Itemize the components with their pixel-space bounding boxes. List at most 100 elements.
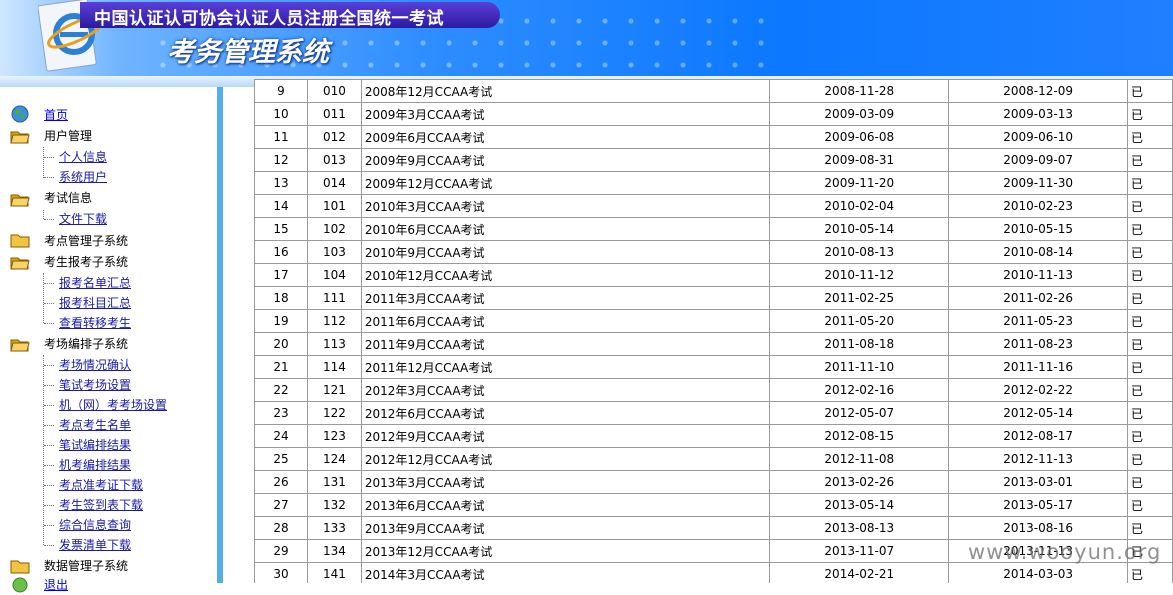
row-number-cell: 19 [254,309,308,333]
menu-admission-download[interactable]: 考点准考证下载 [59,475,143,495]
menu-room-confirm[interactable]: 考场情况确认 [59,355,131,375]
start-date-cell: 2012-11-08 [769,447,950,471]
folder-open-icon [10,339,30,352]
status-cell: 已 [1127,516,1173,540]
table-row[interactable]: 17 104 2010年12月CCAA考试 2010-11-12 2010-11-13 已 [254,263,1173,287]
tree-tick [44,385,54,386]
row-number-cell: 18 [254,286,308,310]
menu-signin-download[interactable]: 考生签到表下载 [59,495,143,515]
table-row[interactable]: 21 114 2011年12月CCAA考试 2011-11-10 2011-11-16 已 [254,355,1173,379]
status-cell: 已 [1127,470,1173,494]
end-date-cell: 2011-05-23 [948,309,1129,333]
row-number-cell: 21 [254,355,308,379]
folder-open-icon [10,257,30,270]
exam-name-cell: 2010年9月CCAA考试 [360,240,771,264]
menu-room-subsystem[interactable]: 考场编排子系统 [44,334,128,354]
start-date-cell: 2010-11-12 [769,263,950,287]
table-row[interactable]: 28 133 2013年9月CCAA考试 2013-08-13 2013-08-16 已 [254,516,1173,540]
tree-tick [44,445,54,446]
menu-user-mgmt[interactable]: 用户管理 [44,126,92,146]
table-row[interactable]: 15 102 2010年6月CCAA考试 2010-05-14 2010-05-15 已 [254,217,1173,241]
menu-system-user[interactable]: 系统用户 [59,167,107,187]
exam-name-cell: 2012年12月CCAA考试 [360,447,771,471]
exam-name-cell: 2011年9月CCAA考试 [360,332,771,356]
tree-tick [44,505,54,506]
exam-code-cell: 133 [306,516,362,540]
menu-personal-info[interactable]: 个人信息 [59,147,107,167]
exam-code-cell: 122 [306,401,362,425]
row-number-cell: 10 [254,102,308,126]
exam-table: 9 010 2008年12月CCAA考试 2008-11-28 2008-12-09 已 1… [254,79,1173,583]
tree-line [43,210,45,219]
end-date-cell: 2009-03-13 [948,102,1129,126]
menu-written-room-setup[interactable]: 笔试考场设置 [59,375,131,395]
exam-code-cell: 111 [306,286,362,310]
start-date-cell: 2009-06-08 [769,125,950,149]
status-cell: 已 [1127,355,1173,379]
table-row[interactable]: 23 122 2012年6月CCAA考试 2012-05-07 2012-05-14 已 [254,401,1173,425]
table-row[interactable]: 30 141 2014年3月CCAA考试 2014-02-21 2014-03-03 已 [254,562,1173,583]
table-row[interactable]: 27 132 2013年6月CCAA考试 2013-05-14 2013-05-17 已 [254,493,1173,517]
exam-table-container[interactable]: 9 010 2008年12月CCAA考试 2008-11-28 2008-12-09 已 1… [254,79,1173,583]
status-cell: 已 [1127,171,1173,195]
table-row[interactable]: 10 011 2009年3月CCAA考试 2009-03-09 2009-03-13 已 [254,102,1173,126]
folder-open-icon [10,131,30,144]
menu-machine-result[interactable]: 机考编排结果 [59,455,131,475]
menu-invoice-download[interactable]: 发票清单下载 [59,535,131,555]
menu-info-query[interactable]: 综合信息查询 [59,515,131,535]
menu-data-subsystem[interactable]: 数据管理子系统 [44,556,128,576]
exam-name-cell: 2014年3月CCAA考试 [360,562,771,583]
table-row[interactable]: 25 124 2012年12月CCAA考试 2012-11-08 2012-11-13 已 [254,447,1173,471]
end-date-cell: 2014-03-03 [948,562,1129,583]
menu-signup-subjects[interactable]: 报考科目汇总 [59,293,131,313]
start-date-cell: 2012-02-16 [769,378,950,402]
end-date-cell: 2010-08-14 [948,240,1129,264]
exam-name-cell: 2011年12月CCAA考试 [360,355,771,379]
sidebar-divider[interactable] [217,87,223,583]
exam-code-cell: 114 [306,355,362,379]
end-date-cell: 2009-09-07 [948,148,1129,172]
table-row[interactable]: 18 111 2011年3月CCAA考试 2011-02-25 2011-02-26 已 [254,286,1173,310]
status-cell: 已 [1127,562,1173,583]
menu-written-result[interactable]: 笔试编排结果 [59,435,131,455]
menu-file-download[interactable]: 文件下载 [59,209,107,229]
menu-signup-subsystem[interactable]: 考生报考子系统 [44,252,128,272]
status-cell: 已 [1127,378,1173,402]
table-row[interactable]: 20 113 2011年9月CCAA考试 2011-08-18 2011-08-23 已 [254,332,1173,356]
menu-exam-info[interactable]: 考试信息 [44,188,92,208]
table-row[interactable]: 12 013 2009年9月CCAA考试 2009-08-31 2009-09-07 已 [254,148,1173,172]
menu-site-subsystem[interactable]: 考点管理子系统 [44,231,128,251]
table-row[interactable]: 22 121 2012年3月CCAA考试 2012-02-16 2012-02-22 已 [254,378,1173,402]
start-date-cell: 2012-05-07 [769,401,950,425]
exam-code-cell: 134 [306,539,362,563]
menu-site-candidates[interactable]: 考点考生名单 [59,415,131,435]
table-row[interactable]: 16 103 2010年9月CCAA考试 2010-08-13 2010-08-14 已 [254,240,1173,264]
row-number-cell: 22 [254,378,308,402]
menu-machine-room-setup[interactable]: 机（网）考考场设置 [59,395,167,415]
table-row[interactable]: 26 131 2013年3月CCAA考试 2013-02-26 2013-03-01 已 [254,470,1173,494]
exam-code-cell: 124 [306,447,362,471]
table-row[interactable]: 14 101 2010年3月CCAA考试 2010-02-04 2010-02-23 已 [254,194,1173,218]
table-row[interactable]: 9 010 2008年12月CCAA考试 2008-11-28 2008-12-09 已 [254,79,1173,103]
table-row[interactable]: 13 014 2009年12月CCAA考试 2009-11-20 2009-11-30 已 [254,171,1173,195]
table-row[interactable]: 19 112 2011年6月CCAA考试 2011-05-20 2011-05-23 已 [254,309,1173,333]
row-number-cell: 16 [254,240,308,264]
menu-signup-list[interactable]: 报考名单汇总 [59,273,131,293]
start-date-cell: 2013-08-13 [769,516,950,540]
menu-home[interactable]: 首页 [44,105,68,125]
menu-view-transfer[interactable]: 查看转移考生 [59,313,131,333]
status-cell: 已 [1127,194,1173,218]
end-date-cell: 2011-11-16 [948,355,1129,379]
row-number-cell: 29 [254,539,308,563]
exam-code-cell: 010 [306,79,362,103]
start-date-cell: 2013-11-07 [769,539,950,563]
status-cell: 已 [1127,286,1173,310]
tree-tick [44,485,54,486]
end-date-cell: 2009-06-10 [948,125,1129,149]
menu-exit[interactable]: 退出 [44,575,68,595]
row-number-cell: 24 [254,424,308,448]
status-cell: 已 [1127,424,1173,448]
row-number-cell: 14 [254,194,308,218]
table-row[interactable]: 11 012 2009年6月CCAA考试 2009-06-08 2009-06-10 已 [254,125,1173,149]
table-row[interactable]: 24 123 2012年9月CCAA考试 2012-08-15 2012-08-17 已 [254,424,1173,448]
